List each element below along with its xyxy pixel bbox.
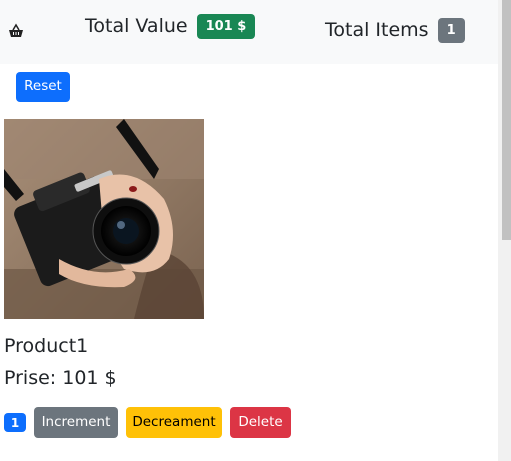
- increment-button[interactable]: Increment: [34, 407, 118, 438]
- header-navbar: Total Value 101 $ Total Items 1: [0, 0, 498, 64]
- scrollbar-thumb[interactable]: [502, 0, 511, 240]
- decrement-button[interactable]: Decreament: [126, 407, 222, 438]
- product-name: Product1: [4, 335, 89, 357]
- total-items-group: Total Items 1: [325, 16, 465, 44]
- quantity-badge: 1: [4, 413, 26, 432]
- product-price: Prise: 101 $: [4, 367, 117, 389]
- reset-button[interactable]: Reset: [16, 72, 70, 102]
- total-value-label: Total Value: [85, 15, 188, 37]
- total-value-badge: 101 $: [196, 13, 256, 39]
- total-value-group: Total Value 101 $: [85, 12, 256, 40]
- camera-photo-illustration: [4, 119, 204, 319]
- product-image: [4, 119, 204, 319]
- delete-button[interactable]: Delete: [230, 407, 291, 438]
- total-items-label: Total Items: [325, 19, 429, 41]
- page: Total Value 101 $ Total Items 1 Reset Pr…: [0, 0, 511, 461]
- shopping-basket-icon[interactable]: [7, 22, 25, 40]
- total-items-badge: 1: [437, 17, 465, 43]
